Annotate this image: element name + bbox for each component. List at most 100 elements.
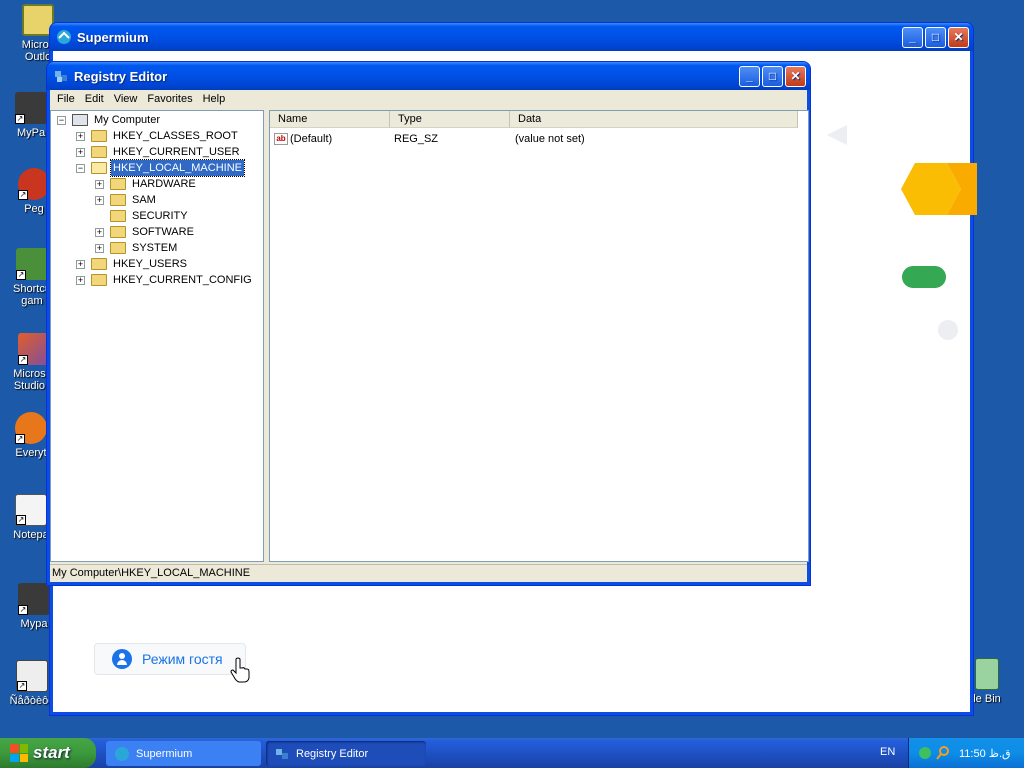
registry-editor-window[interactable]: Registry Editor _ □ ✕ File Edit View Fav… xyxy=(46,61,811,586)
window-title: Registry Editor xyxy=(74,68,168,84)
windows-flag-icon xyxy=(10,744,28,762)
hand-cursor-icon xyxy=(230,657,250,683)
toggle-decoration-icon xyxy=(902,266,946,288)
expand-toggle[interactable]: + xyxy=(95,179,104,189)
start-button[interactable]: start xyxy=(0,738,96,768)
taskbar-item-registry-editor[interactable]: Registry Editor xyxy=(266,741,426,766)
tree-node-label: HKEY_CURRENT_USER xyxy=(113,146,240,158)
network-icon[interactable] xyxy=(917,745,933,761)
folder-icon xyxy=(110,242,126,254)
tree-node-security[interactable]: SECURITY xyxy=(110,208,190,224)
column-header-type[interactable]: Type xyxy=(390,111,510,128)
minimize-button[interactable]: _ xyxy=(739,65,760,87)
close-button[interactable]: ✕ xyxy=(948,26,969,48)
column-header-name[interactable]: Name xyxy=(270,111,390,128)
tree-node-hklm[interactable]: − HKEY_LOCAL_MACHINE xyxy=(76,159,245,177)
value-type: REG_SZ xyxy=(394,133,439,145)
tree-node-label: HKEY_CLASSES_ROOT xyxy=(113,130,238,142)
expand-toggle[interactable]: + xyxy=(76,147,85,157)
system-tray: 11:50 ق.ظ xyxy=(908,738,1024,768)
tree-node-label: SAM xyxy=(132,194,156,206)
expand-toggle[interactable]: + xyxy=(95,195,104,205)
string-value-icon: ab xyxy=(274,133,288,145)
games-shortcut-icon: ↗ xyxy=(16,248,48,280)
folder-icon xyxy=(91,274,107,286)
search-icon[interactable] xyxy=(935,745,951,761)
tree-node-hardware[interactable]: + HARDWARE xyxy=(95,176,198,192)
values-list[interactable]: Name Type Data ab (Default) REG_SZ (valu… xyxy=(269,110,809,562)
everything-icon: ↗ xyxy=(15,412,47,444)
status-bar: My Computer\HKEY_LOCAL_MACHINE xyxy=(50,564,807,582)
tree-node-hkcc[interactable]: + HKEY_CURRENT_CONFIG xyxy=(76,272,254,288)
supermium-titlebar[interactable]: Supermium _ □ ✕ xyxy=(50,23,973,51)
tree-node-label: My Computer xyxy=(94,114,161,126)
open-folder-icon xyxy=(91,162,107,174)
regedit-app-icon xyxy=(55,71,67,82)
guest-mode-button[interactable]: Режим гостя xyxy=(94,643,246,675)
regedit-body: File Edit View Favorites Help − My Compu… xyxy=(50,90,809,582)
person-icon xyxy=(112,649,132,669)
folder-icon xyxy=(91,146,107,158)
tree-node-label: SECURITY xyxy=(132,210,188,222)
tree-node-label: HARDWARE xyxy=(132,178,196,190)
hexagon-decoration-icon xyxy=(901,163,977,215)
folder-icon xyxy=(110,210,126,222)
tree-node-label: SOFTWARE xyxy=(132,226,194,238)
start-label: start xyxy=(33,743,70,762)
menu-view[interactable]: View xyxy=(109,93,143,105)
menu-favorites[interactable]: Favorites xyxy=(142,93,197,105)
tree-node-hku[interactable]: + HKEY_USERS xyxy=(76,256,189,272)
expand-toggle[interactable]: + xyxy=(76,131,85,141)
tree-node-hkcr[interactable]: + HKEY_CLASSES_ROOT xyxy=(76,128,240,144)
tree-node-label: SYSTEM xyxy=(132,242,178,254)
back-arrow-icon xyxy=(827,125,847,145)
status-path: My Computer\HKEY_LOCAL_MACHINE xyxy=(52,567,251,579)
mypal-icon: ↗ xyxy=(18,583,50,615)
tree-node-label: HKEY_CURRENT_CONFIG xyxy=(113,274,252,286)
maximize-button[interactable]: □ xyxy=(925,26,946,48)
folder-icon xyxy=(110,178,126,190)
supermium-app-icon xyxy=(57,30,71,44)
folder-icon xyxy=(110,194,126,206)
taskbar: start Supermium Registry Editor EN 11:50… xyxy=(0,738,1024,768)
guest-mode-label: Режим гостя xyxy=(142,651,223,667)
folder-icon xyxy=(110,226,126,238)
language-indicator[interactable]: EN xyxy=(880,746,895,758)
menu-help[interactable]: Help xyxy=(198,93,231,105)
value-data: (value not set) xyxy=(515,133,585,145)
expand-toggle[interactable]: + xyxy=(95,243,104,253)
expand-toggle[interactable]: + xyxy=(76,275,85,285)
regedit-titlebar[interactable]: Registry Editor _ □ ✕ xyxy=(47,62,810,90)
tree-node-system[interactable]: + SYSTEM xyxy=(95,240,179,256)
folder-icon xyxy=(91,130,107,142)
key-tree[interactable]: − My Computer + HKEY_CLASSES_ROOT + HKEY… xyxy=(50,110,264,562)
expand-toggle[interactable]: + xyxy=(95,227,104,237)
collapse-toggle[interactable]: − xyxy=(57,115,66,125)
column-header-data[interactable]: Data xyxy=(510,111,798,128)
expand-toggle[interactable]: + xyxy=(76,259,85,269)
menu-edit[interactable]: Edit xyxy=(80,93,109,105)
minimize-button[interactable]: _ xyxy=(902,26,923,48)
tree-node-label: HKEY_USERS xyxy=(113,258,187,270)
tree-node-sam[interactable]: + SAM xyxy=(95,192,158,208)
tree-node-software[interactable]: + SOFTWARE xyxy=(95,224,196,240)
folder-icon xyxy=(91,258,107,270)
regedit-app-icon xyxy=(276,748,288,759)
tree-node-hkcu[interactable]: + HKEY_CURRENT_USER xyxy=(76,144,242,160)
menu-file[interactable]: File xyxy=(52,93,80,105)
maximize-button[interactable]: □ xyxy=(762,65,783,87)
tree-node-my-computer[interactable]: − My Computer xyxy=(57,112,162,128)
close-button[interactable]: ✕ xyxy=(785,65,806,87)
value-row[interactable]: ab (Default) REG_SZ (value not set) xyxy=(274,131,794,147)
value-name: (Default) xyxy=(290,133,333,145)
mypal-icon: ↗ xyxy=(15,92,47,124)
menu-bar: File Edit View Favorites Help xyxy=(50,90,807,108)
collapse-toggle[interactable]: − xyxy=(76,163,85,173)
taskbar-item-supermium[interactable]: Supermium xyxy=(106,741,261,766)
clock[interactable]: 11:50 ق.ظ xyxy=(959,747,1011,760)
supermium-app-icon xyxy=(115,746,129,761)
tree-node-label-selected: HKEY_LOCAL_MACHINE xyxy=(110,159,245,177)
computer-icon xyxy=(72,114,88,126)
dot-decoration-icon xyxy=(938,320,958,340)
notepad-icon: ↗ xyxy=(15,494,47,526)
